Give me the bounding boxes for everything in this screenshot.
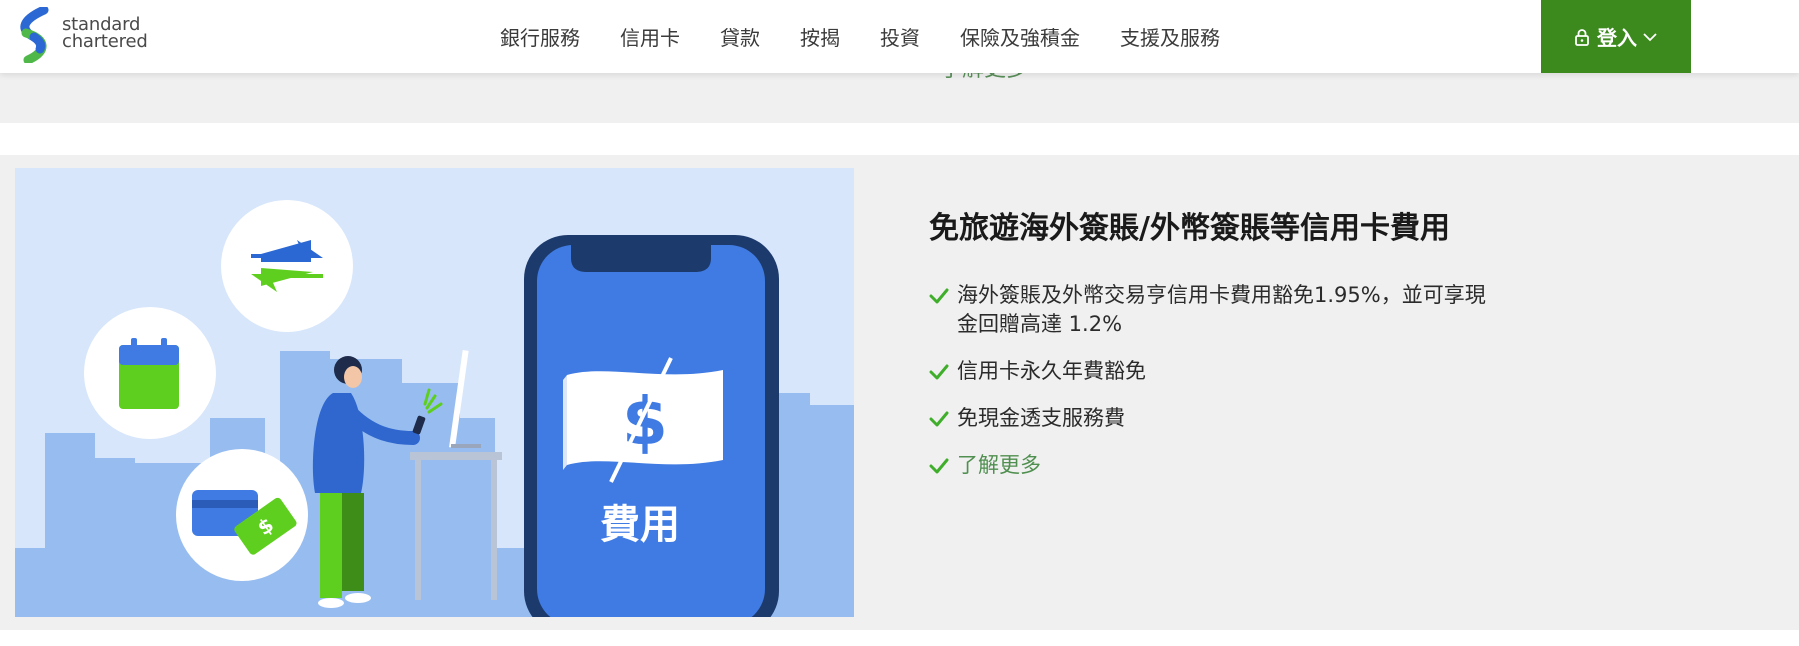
feature-benefits-list: 海外簽賬及外幣交易亨信用卡費用豁免1.95%，並可享現金回贈高達 1.2% 信用… [929, 281, 1489, 498]
feature-benefit-item: 信用卡永久年費豁免 [929, 357, 1489, 386]
phone-graphic: $ 費用 [524, 235, 779, 617]
check-icon [929, 458, 949, 474]
nav-item-mortgages[interactable]: 按揭 [800, 22, 840, 51]
feature-title: 免旅遊海外簽賬/外幣簽賬等信用卡費用 [929, 211, 1450, 246]
check-icon [929, 288, 949, 304]
feature-benefit-text: 海外簽賬及外幣交易亨信用卡費用豁免1.95%，並可享現金回贈高達 1.2% [957, 283, 1486, 336]
nav-item-insurance-mpf[interactable]: 保險及強積金 [960, 22, 1080, 51]
previous-section: 了解更多 [0, 57, 1799, 123]
brand-wordmark[interactable]: standard chartered [62, 16, 148, 52]
standard-chartered-logo-icon[interactable] [14, 7, 54, 63]
login-button[interactable]: 登入 [1541, 0, 1691, 73]
feature-benefit-text: 免現金透支服務費 [957, 406, 1125, 430]
nav-item-investments[interactable]: 投資 [880, 22, 920, 51]
site-header: standard chartered 銀行服務 信用卡 貸款 按揭 投資 保險及… [0, 0, 1799, 73]
feature-benefit-item: 免現金透支服務費 [929, 404, 1489, 433]
fee-waiver-illustration: $ $ 費用 [15, 168, 854, 617]
calendar-icon [119, 338, 179, 409]
nav-item-support[interactable]: 支援及服務 [1120, 22, 1220, 51]
learn-more-label: 了解更多 [957, 453, 1041, 477]
nav-item-banking[interactable]: 銀行服務 [500, 22, 580, 51]
fee-waiver-feature: $ $ 費用 免旅遊海外簽賬/外幣簽賬等信用卡費用 海外簽賬及外幣交易亨信用卡費… [0, 155, 1799, 630]
lock-icon [1575, 28, 1589, 46]
feature-benefit-text: 信用卡永久年費豁免 [957, 359, 1146, 383]
exchange-badge [221, 200, 353, 332]
phone-fee-label: 費用 [600, 502, 680, 548]
check-icon [929, 364, 949, 380]
feature-benefit-item: 海外簽賬及外幣交易亨信用卡費用豁免1.95%，並可享現金回贈高達 1.2% [929, 281, 1489, 339]
chevron-down-icon [1643, 32, 1657, 41]
check-icon [929, 411, 949, 427]
nav-item-loans[interactable]: 貸款 [720, 22, 760, 51]
learn-more-link[interactable]: 了解更多 [929, 451, 1489, 480]
nav-item-credit-cards[interactable]: 信用卡 [620, 22, 680, 51]
main-nav: 銀行服務 信用卡 貸款 按揭 投資 保險及強積金 支援及服務 [480, 0, 1240, 73]
login-label: 登入 [1597, 26, 1637, 50]
brand-line-2: chartered [62, 31, 148, 52]
